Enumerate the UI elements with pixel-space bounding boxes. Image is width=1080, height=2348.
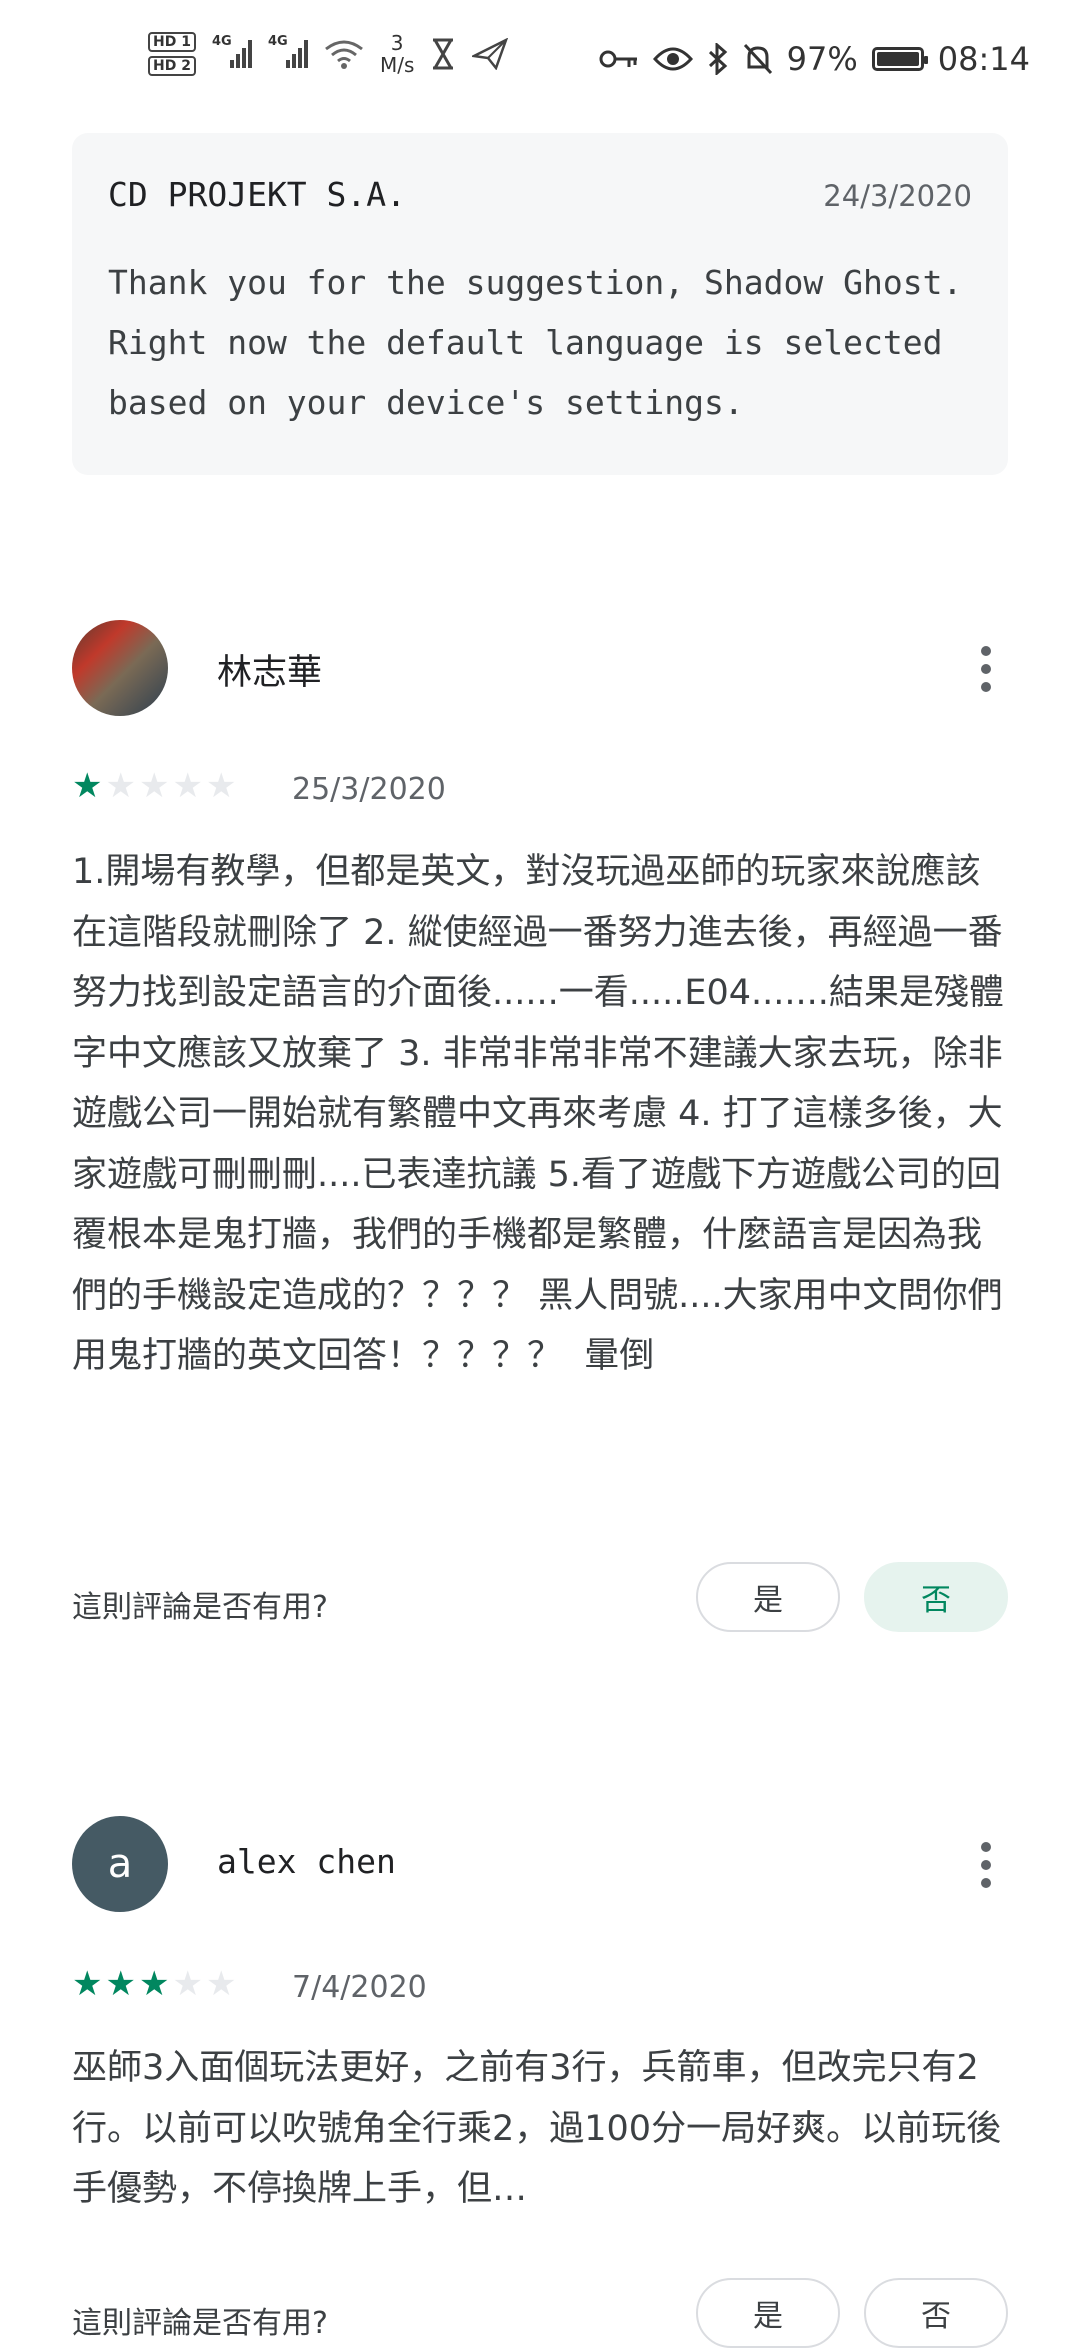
network-speed: 3 M/s xyxy=(380,32,414,76)
mute-bell-icon xyxy=(743,43,772,75)
reviewer-name: 林志華 xyxy=(217,653,323,693)
review-text: 1.開場有教學，但都是英文，對沒玩過巫師的玩家來說應該在這階段就刪除了 2. 縱… xyxy=(72,852,1004,1376)
review-card: a alex chen ★ ★ ★ ★ ★ 7/4/2020 巫師3入面個玩法更… xyxy=(72,1816,1008,2348)
clock: 08:14 xyxy=(937,40,1030,78)
review-text: 巫師3入面個玩法更好，之前有3行，兵箭車，但改完只有2行。以前可以吹號角全行乘2… xyxy=(72,2048,1002,2209)
review-date: 7/4/2020 xyxy=(292,1970,427,2005)
helpful-question: 這則評論是否有用? xyxy=(72,1590,328,1625)
star-icon: ★ xyxy=(105,1964,136,2004)
review-card: 林志華 ★ ★ ★ ★ ★ 25/3/2020 1.開場有教學，但都是英文，對沒… xyxy=(72,620,1008,1650)
signal-1-tag: 4G xyxy=(211,34,232,49)
wifi-icon xyxy=(325,40,363,69)
battery-percent: 97% xyxy=(786,40,858,78)
star-icon: ★ xyxy=(172,766,203,806)
hourglass-icon xyxy=(433,38,454,70)
helpful-no-button[interactable]: 否 xyxy=(864,2278,1008,2348)
more-options-icon[interactable] xyxy=(980,646,992,692)
star-icon: ★ xyxy=(105,766,136,806)
star-icon: ★ xyxy=(138,1964,170,2004)
signal-2-tag: 4G xyxy=(267,34,288,49)
helpful-no-button[interactable]: 否 xyxy=(864,1562,1008,1632)
star-icon: ★ xyxy=(72,766,103,806)
more-options-icon[interactable] xyxy=(980,1842,992,1888)
review-date: 25/3/2020 xyxy=(292,772,446,807)
bluetooth-icon xyxy=(708,43,727,75)
signal-2-icon: 4G xyxy=(268,34,308,68)
eye-comfort-icon xyxy=(652,47,693,71)
star-rating: ★ ★ ★ ★ ★ xyxy=(72,768,236,804)
star-icon: ★ xyxy=(205,1964,237,2004)
status-bar-right: 97% 08:14 xyxy=(599,40,1030,78)
helpful-yes-button[interactable]: 是 xyxy=(696,1562,840,1632)
avatar[interactable]: a xyxy=(72,1816,168,1912)
star-icon: ★ xyxy=(138,766,170,806)
developer-reply: CD PROJEKT S.A. 24/3/2020 Thank you for … xyxy=(72,133,1008,475)
key-icon xyxy=(599,50,637,68)
battery-icon xyxy=(871,47,928,71)
developer-name: CD PROJEKT S.A. xyxy=(108,175,407,214)
avatar[interactable] xyxy=(72,620,168,716)
status-bar-left: HD 1 HD 2 4G 4G 3 M/s xyxy=(148,32,509,76)
hd-voice-icons: HD 1 HD 2 xyxy=(148,32,196,76)
hd2-icon: HD 2 xyxy=(148,56,196,76)
star-rating: ★ ★ ★ ★ ★ xyxy=(72,1966,236,2002)
star-icon: ★ xyxy=(205,766,237,806)
speed-value: 3 xyxy=(390,31,404,55)
reply-date: 24/3/2020 xyxy=(823,179,972,213)
hd1-icon: HD 1 xyxy=(148,32,196,52)
helpful-yes-button[interactable]: 是 xyxy=(696,2278,840,2348)
status-bar: HD 1 HD 2 4G 4G 3 M/s 97% 08:14 xyxy=(0,0,1080,120)
helpful-question: 這則評論是否有用? xyxy=(72,2306,328,2341)
star-icon: ★ xyxy=(172,1964,203,2004)
reply-text: Thank you for the suggestion, Shadow Gho… xyxy=(108,263,963,422)
reviewer-name: alex chen xyxy=(217,1842,396,1881)
star-icon: ★ xyxy=(72,1964,103,2004)
signal-1-icon: 4G xyxy=(212,34,252,68)
speed-unit: M/s xyxy=(379,53,415,77)
airplane-mode-icon xyxy=(472,38,509,70)
